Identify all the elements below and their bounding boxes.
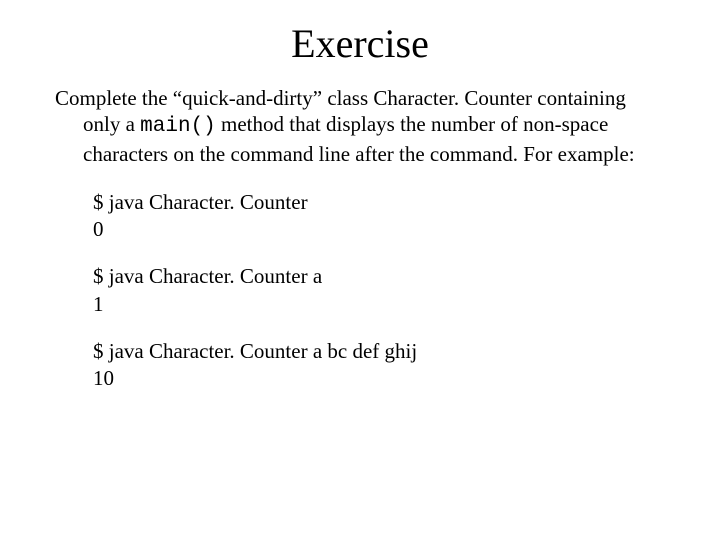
- code-main: main(): [140, 115, 216, 138]
- slide-title: Exercise: [55, 20, 665, 67]
- example-2-output: 1: [93, 291, 665, 318]
- example-2-command: $ java Character. Counter a: [93, 263, 665, 290]
- instruction-paragraph: Complete the “quick-and-dirty” class Cha…: [55, 85, 665, 167]
- example-1-command: $ java Character. Counter: [93, 189, 665, 216]
- example-1-output: 0: [93, 216, 665, 243]
- example-3-output: 10: [93, 365, 665, 392]
- example-3: $ java Character. Counter a bc def ghij …: [55, 338, 665, 393]
- example-2: $ java Character. Counter a 1: [55, 263, 665, 318]
- example-1: $ java Character. Counter 0: [55, 189, 665, 244]
- example-3-command: $ java Character. Counter a bc def ghij: [93, 338, 665, 365]
- slide: Exercise Complete the “quick-and-dirty” …: [0, 0, 720, 540]
